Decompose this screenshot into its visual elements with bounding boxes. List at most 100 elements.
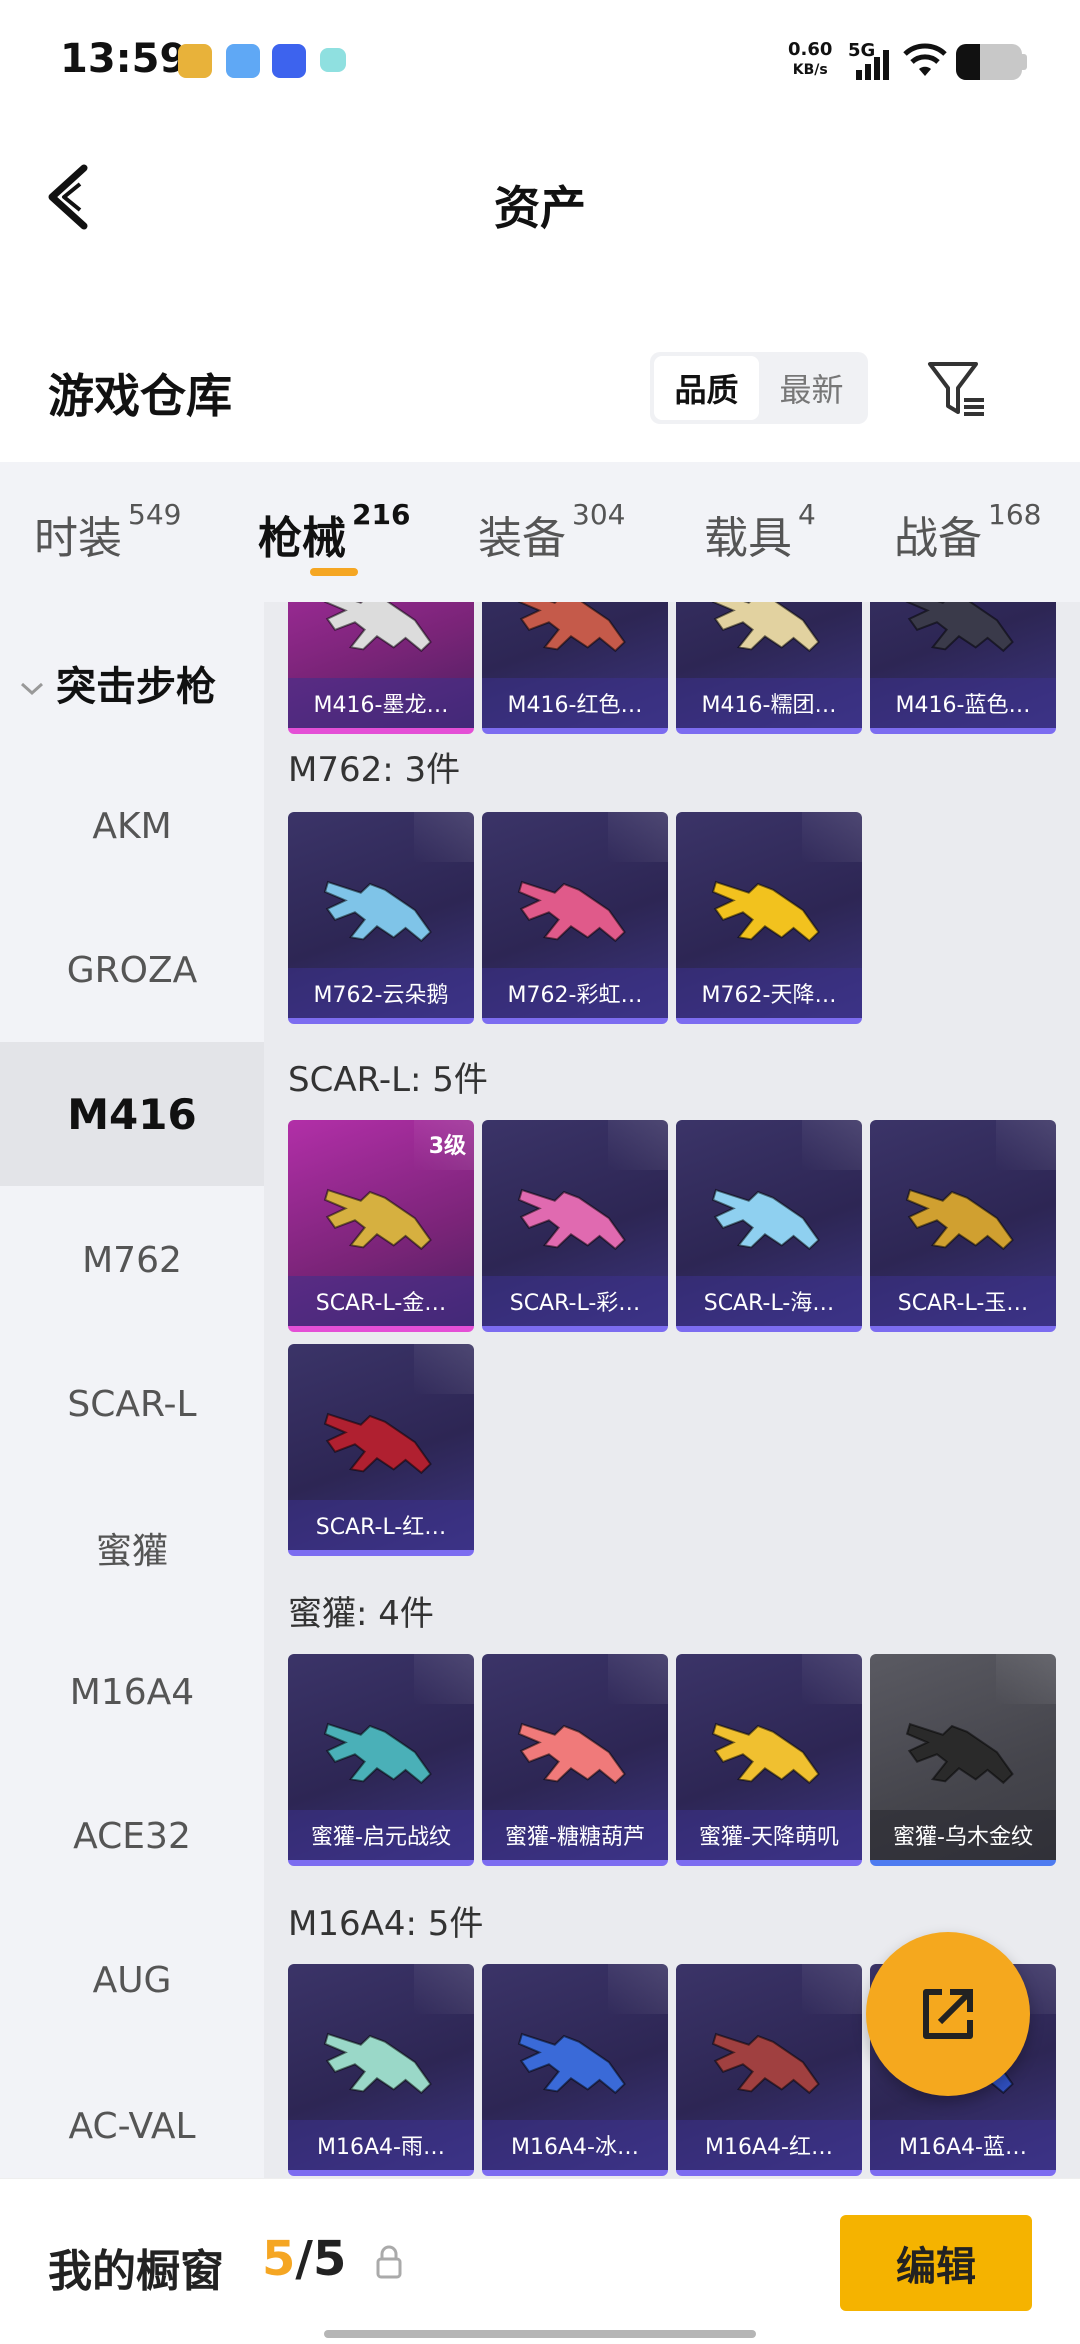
sidebar-item-groza[interactable]: GROZA <box>0 898 264 1042</box>
sidebar-category[interactable]: 突击步枪 <box>18 654 216 712</box>
group-label: SCAR-L: 5件 <box>288 1060 488 1100</box>
active-tab-indicator <box>310 568 358 576</box>
rifle-icon <box>323 1412 432 1475</box>
rifle-icon <box>517 880 626 943</box>
wifi-icon <box>903 43 947 76</box>
sidebar-item-akm[interactable]: AKM <box>0 754 264 898</box>
rifle-icon <box>323 1722 432 1785</box>
rifle-icon <box>323 880 432 943</box>
sidebar-item-m16a4[interactable]: M16A4 <box>0 1620 264 1764</box>
tab-supplies[interactable]: 战备 168 <box>894 498 1041 566</box>
card-caption: M416-糯团… <box>676 678 862 728</box>
sidebar-item-honey-badger[interactable]: 蜜獾 <box>0 1476 264 1620</box>
edit-button[interactable]: 编辑 <box>840 2215 1032 2311</box>
weapon-card[interactable]: SCAR-L-彩… <box>482 1120 668 1332</box>
showcase-label: 我的橱窗 <box>48 2246 224 2297</box>
weapon-card[interactable]: M762-云朵鹅 <box>288 812 474 1024</box>
rifle-icon <box>905 1722 1014 1785</box>
weapon-card[interactable]: SCAR-L-红… <box>288 1344 474 1556</box>
sidebar-item-scar-l[interactable]: SCAR-L <box>0 1332 264 1476</box>
weapon-card[interactable]: M416-糯团… <box>676 602 862 734</box>
rifle-icon <box>711 602 820 653</box>
weapon-card[interactable]: 蜜獾-乌木金纹 <box>870 1654 1056 1866</box>
group-label: M762: 3件 <box>288 750 461 790</box>
sidebar-item-ace32[interactable]: ACE32 <box>0 1764 264 1908</box>
card-caption: 蜜獾-启元战纹 <box>288 1810 474 1860</box>
status-time: 13:59 <box>60 36 188 82</box>
sort-toggle: 品质 最新 <box>650 352 868 424</box>
category-tabs: 时装 549 枪械 216 装备 304 载具 4 战备 168 <box>0 462 1080 602</box>
weapon-card[interactable]: 蜜獾-天降萌叽 <box>676 1654 862 1866</box>
weapon-card[interactable]: 蜜獾-糖糖葫芦 <box>482 1654 668 1866</box>
weapon-card[interactable]: SCAR-L-海… <box>676 1120 862 1332</box>
share-fab[interactable] <box>866 1932 1030 2096</box>
sort-newest-option[interactable]: 最新 <box>759 356 864 420</box>
card-caption: SCAR-L-彩… <box>482 1276 668 1326</box>
weapon-card[interactable]: M416-蓝色… <box>870 602 1056 734</box>
card-caption: M416-红色… <box>482 678 668 728</box>
home-indicator[interactable] <box>324 2330 756 2338</box>
showcase-count: 5/5 <box>262 2231 347 2287</box>
rifle-icon <box>711 2032 820 2095</box>
signal-icon <box>856 50 889 80</box>
card-caption: SCAR-L-金… <box>288 1276 474 1326</box>
weapon-card[interactable]: 3级 SCAR-L-金… <box>288 1120 474 1332</box>
weapon-card[interactable]: SCAR-L-玉… <box>870 1120 1056 1332</box>
weapon-card[interactable]: M416-红色… <box>482 602 668 734</box>
rifle-icon <box>517 1722 626 1785</box>
weapon-sidebar: 突击步枪 AKM GROZA M416 M762 SCAR-L 蜜獾 M16A4… <box>0 602 264 2178</box>
weapon-card[interactable]: M416-墨龙… <box>288 602 474 734</box>
weapon-card[interactable]: M16A4-雨… <box>288 1964 474 2176</box>
weapon-card[interactable]: M762-彩虹… <box>482 812 668 1024</box>
sidebar-item-m762[interactable]: M762 <box>0 1188 264 1332</box>
tab-fashion[interactable]: 时装 549 <box>34 498 181 566</box>
card-caption: SCAR-L-玉… <box>870 1276 1056 1326</box>
group-label: 蜜獾: 4件 <box>288 1594 434 1634</box>
page-title: 资产 <box>494 181 586 235</box>
card-caption: M762-彩虹… <box>482 968 668 1018</box>
net-speed: 0.60 KB/s <box>788 39 833 79</box>
sidebar-item-m416[interactable]: M416 <box>0 1042 264 1186</box>
status-bar: 13:59 0.60 KB/s 5G <box>0 0 1080 120</box>
card-caption: M416-墨龙… <box>288 678 474 728</box>
rifle-icon <box>517 2032 626 2095</box>
rifle-icon <box>905 1188 1014 1251</box>
app-notification-icon <box>178 44 212 78</box>
card-caption: 蜜獾-乌木金纹 <box>870 1810 1056 1860</box>
weapon-card[interactable]: M762-天降… <box>676 812 862 1024</box>
card-caption: M16A4-红… <box>676 2120 862 2170</box>
weapon-card[interactable]: M16A4-冰… <box>482 1964 668 2176</box>
filter-icon[interactable] <box>924 356 988 420</box>
card-caption: M416-蓝色… <box>870 678 1056 728</box>
rifle-icon <box>517 602 626 653</box>
sidebar-item-aug[interactable]: AUG <box>0 1908 264 2052</box>
bottom-bar: 我的橱窗 5/5 编辑 <box>0 2178 1080 2344</box>
card-caption: SCAR-L-红… <box>288 1500 474 1550</box>
card-caption: 蜜獾-糖糖葫芦 <box>482 1810 668 1860</box>
weapon-card[interactable]: M16A4-红… <box>676 1964 862 2176</box>
card-caption: M762-云朵鹅 <box>288 968 474 1018</box>
rifle-icon <box>905 602 1014 653</box>
tab-equipment[interactable]: 装备 304 <box>478 498 625 566</box>
tab-firearms[interactable]: 枪械 216 <box>258 498 410 566</box>
tab-vehicles[interactable]: 载具 4 <box>704 498 816 566</box>
vivo-notification-icon <box>272 44 306 78</box>
card-caption: SCAR-L-海… <box>676 1276 862 1326</box>
lock-icon <box>376 2245 402 2279</box>
rifle-icon <box>711 1188 820 1251</box>
group-label: M16A4: 5件 <box>288 1904 484 1944</box>
weapon-card[interactable]: 蜜獾-启元战纹 <box>288 1654 474 1866</box>
card-caption: M16A4-冰… <box>482 2120 668 2170</box>
battery-tip <box>1022 54 1027 70</box>
rifle-icon <box>323 2032 432 2095</box>
rifle-icon <box>711 880 820 943</box>
rifle-icon <box>323 1188 432 1251</box>
rifle-icon <box>711 1722 820 1785</box>
card-caption: M16A4-雨… <box>288 2120 474 2170</box>
chevron-down-icon <box>20 682 44 696</box>
sidebar-item-ac-val[interactable]: AC-VAL <box>0 2054 264 2198</box>
card-level-badge: 3级 <box>428 1134 466 1159</box>
rifle-icon <box>517 1188 626 1251</box>
sort-quality-option[interactable]: 品质 <box>654 356 759 420</box>
app-notification-icon <box>320 48 346 72</box>
